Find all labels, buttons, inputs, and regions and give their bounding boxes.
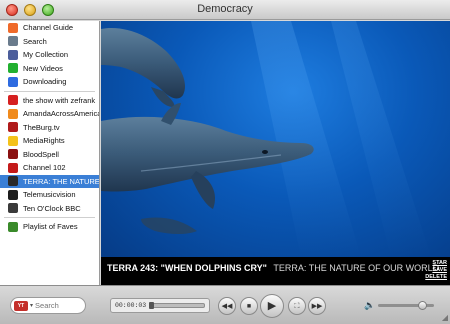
progress-slider[interactable] [149,302,205,309]
sidebar-item-channel-102[interactable]: Channel 102 [0,161,99,175]
bottom-toolbar: YT ▾ 00:00:03 ◀◀ ■ ▶ ⛶ ▶▶ 🔈 ◢ [0,285,450,324]
sidebar-item-label: TheBurg.tv [23,122,60,132]
delete-link[interactable]: DELETE [423,274,447,281]
dolphin-eye [262,150,268,154]
video-player[interactable] [101,21,450,257]
sidebar-item-label: My Collection [23,50,69,60]
sidebar-item-channel-guide[interactable]: Channel Guide [0,21,99,35]
sidebar-item-the-show-with-zefrank[interactable]: the show with zefrank [0,94,99,108]
video-caption: TERRA 243: "WHEN DOLPHINS CRY" TERRA: TH… [107,263,439,273]
sidebar-item-search[interactable]: Search [0,35,99,49]
theburg-icon [8,122,18,133]
sidebar-item-label: Telemusicvision [23,190,76,200]
chevron-down-icon[interactable]: ▾ [30,302,33,309]
bloodspell-icon [8,149,18,160]
skip-back-button[interactable]: ◀◀ [218,297,236,315]
sidebar-item-label: New Videos [23,63,63,73]
window-title: Democracy [197,3,253,15]
download-icon [8,76,18,87]
sidebar-item-label: Playlist of Faves [23,222,78,232]
sidebar-item-label: Search [23,36,47,46]
sidebar-item-ten-o-clock-bbc[interactable]: Ten O'Clock BBC [0,202,99,216]
video-actions: STAR SAVE DELETE [423,260,447,281]
search-icon [8,36,18,47]
playlist-icon [8,221,18,232]
sidebar-item-label: BloodSpell [23,149,59,159]
sidebar-item-bloodspell[interactable]: BloodSpell [0,148,99,162]
play-button[interactable]: ▶ [260,294,284,318]
dolphin-main-flipper [191,171,216,209]
terra-icon [8,176,18,187]
zefrank-icon [8,95,18,106]
sidebar-item-my-collection[interactable]: My Collection [0,48,99,62]
video-subtitle: TERRA: THE NATURE OF OUR WORLD [273,263,440,273]
fullscreen-button[interactable]: ⛶ [288,297,306,315]
elapsed-time: 00:00:03 [115,302,147,309]
sidebar-item-mediarights[interactable]: MediaRights [0,134,99,148]
stop-button[interactable]: ■ [240,297,258,315]
skip-forward-icon: ▶▶ [311,302,323,310]
volume-icon: 🔈 [364,300,376,310]
sidebar-item-label: Channel 102 [23,163,66,173]
channel102-icon [8,162,18,173]
new-videos-icon [8,63,18,74]
skip-forward-button[interactable]: ▶▶ [308,297,326,315]
sidebar-item-label: Channel Guide [23,23,74,33]
video-title: TERRA 243: "WHEN DOLPHINS CRY" [107,263,267,273]
sidebar-item-label: Ten O'Clock BBC [23,203,81,213]
youtube-icon[interactable]: YT [14,300,28,311]
volume-slider[interactable] [378,301,434,310]
video-caption-bar: TERRA 243: "WHEN DOLPHINS CRY" TERRA: TH… [101,257,450,285]
sidebar-separator [4,90,95,92]
sidebar-item-new-videos[interactable]: New Videos [0,62,99,76]
sidebar-item-terra-the-nature[interactable]: TERRA: THE NATURE [0,174,100,188]
sidebar-item-label: TERRA: THE NATURE [23,176,100,186]
window-titlebar: Democracy [0,0,450,20]
sidebar-item-playlist-of-faves[interactable]: Playlist of Faves [0,220,99,234]
collection-icon [8,49,18,60]
progress-knob[interactable] [149,302,155,309]
search-field[interactable]: YT ▾ [10,297,86,314]
sidebar-item-label: the show with zefrank [23,95,96,105]
bbc-icon [8,203,18,214]
fullscreen-icon: ⛶ [294,302,300,310]
sidebar-item-telemusicvision[interactable]: Telemusicvision [0,188,99,202]
telemusicvision-icon [8,189,18,200]
rss-icon [8,108,18,119]
dolphin-lower [141,217,197,234]
save-link[interactable]: SAVE [423,267,447,274]
time-display: 00:00:03 [110,298,210,313]
stop-icon: ■ [246,302,252,310]
play-icon: ▶ [267,299,277,312]
sidebar-item-amandaacrossamerica[interactable]: AmandaAcrossAmerica [0,107,99,121]
search-input[interactable] [35,301,80,310]
resize-grip-icon[interactable]: ◢ [442,313,448,322]
sidebar-item-label: AmandaAcrossAmerica [23,109,100,119]
channel-guide-icon [8,22,18,33]
volume-knob[interactable] [417,301,427,310]
video-frame [101,21,431,257]
sidebar: Channel Guide Search My Collection New Vide… [0,21,100,285]
sidebar-item-downloading[interactable]: Downloading [0,75,99,89]
sidebar-separator [4,217,95,218]
skip-back-icon: ◀◀ [221,302,233,310]
mediarights-icon [8,135,18,146]
sidebar-item-label: Downloading [23,77,67,87]
sidebar-item-theburg-tv[interactable]: TheBurg.tv [0,121,99,135]
star-link[interactable]: STAR [423,260,447,267]
sidebar-item-label: MediaRights [23,136,65,146]
dolphin-top [101,27,186,99]
